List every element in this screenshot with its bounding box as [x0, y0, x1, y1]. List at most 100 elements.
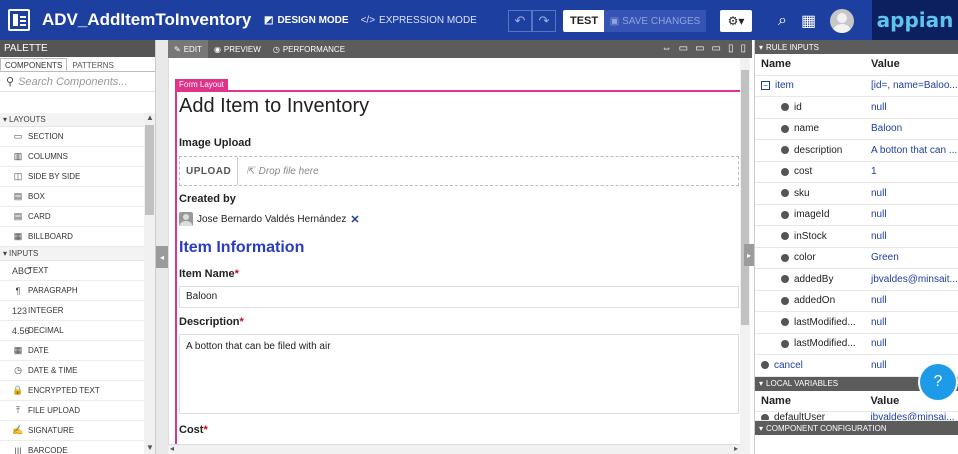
cost-label: Cost*	[179, 424, 208, 436]
help-button[interactable]: ?	[918, 362, 958, 402]
redo-button[interactable]: ↷	[532, 10, 556, 32]
table-row[interactable]: lastModified... null	[755, 334, 958, 355]
drop-zone[interactable]: ⇱ Drop file here	[246, 166, 318, 177]
bullet-icon	[761, 413, 769, 420]
palette-item-columns[interactable]: ▥ COLUMNS	[0, 147, 144, 167]
user-avatar[interactable]	[830, 9, 855, 33]
tab-components[interactable]: COMPONENTS	[0, 58, 68, 71]
scroll-left-icon[interactable]: ◂	[170, 444, 174, 453]
table-row[interactable]: color Green	[755, 248, 958, 269]
cursor-icon: ⇱	[246, 165, 255, 177]
palette-item-encrypted-text[interactable]: 🔒 ENCRYPTED TEXT	[0, 381, 144, 401]
table-row[interactable]: imageId null	[755, 205, 958, 226]
table-row[interactable]: addedBy jbvaldes@minsait...	[755, 269, 958, 291]
tab-edit[interactable]: ✎ EDIT	[168, 40, 208, 58]
tab-preview-label: PREVIEW	[223, 44, 261, 54]
collapse-palette-button[interactable]: ◂	[156, 246, 168, 268]
row-name: sku	[755, 188, 867, 199]
test-button[interactable]: TEST	[563, 10, 606, 32]
palette-item-paragraph[interactable]: ¶ PARAGRAPH	[0, 281, 144, 301]
palette-item-side-by-side[interactable]: ◫ SIDE BY SIDE	[0, 167, 144, 187]
table-row[interactable]: description A botton that can ...	[755, 140, 958, 162]
row-value: A botton that can ...	[871, 144, 958, 156]
fit-width-icon[interactable]: ⇔	[662, 43, 672, 54]
columns-icon: ▥	[13, 151, 23, 161]
component-configuration-header[interactable]: ▾ COMPONENT CONFIGURATION	[755, 421, 958, 435]
row-name: lastModified...	[755, 338, 867, 349]
palette-item-file-upload[interactable]: ⤒ FILE UPLOAD	[0, 401, 144, 421]
rule-inputs-title: RULE INPUTS	[766, 42, 819, 52]
table-row[interactable]: defaultUser jbvaldes@minsai...	[755, 412, 958, 421]
scroll-down-icon[interactable]: ▼	[146, 443, 154, 452]
expression-mode-button[interactable]: </> EXPRESSION MODE	[361, 15, 477, 26]
design-mode-button[interactable]: ◩ DESIGN MODE	[264, 15, 349, 26]
settings-menu-button[interactable]: ⚙▾	[720, 10, 752, 32]
component-search-input[interactable]: ⚲ Search Components...	[0, 72, 155, 92]
palette-item-text[interactable]: Abc TEXT	[0, 261, 144, 281]
table-row[interactable]: lastModified... null	[755, 312, 958, 334]
image-upload-field[interactable]: UPLOAD ⇱ Drop file here	[179, 156, 739, 186]
table-row[interactable]: cost 1	[755, 162, 958, 183]
laptop-icon[interactable]: ▭	[695, 43, 704, 54]
palette-item-box[interactable]: ▤ BOX	[0, 187, 144, 207]
palette-item-label: CARD	[28, 212, 51, 221]
local-variables-title: LOCAL VARIABLES	[766, 379, 839, 388]
scroll-right-icon[interactable]: ▸	[734, 444, 738, 453]
palette-scrollbar[interactable]: ▲ ▼	[144, 113, 155, 454]
remove-user-icon[interactable]: ✕	[350, 213, 359, 226]
table-row[interactable]: addedOn null	[755, 291, 958, 312]
apps-grid-icon[interactable]: ▦	[801, 11, 816, 31]
tab-patterns[interactable]: PATTERNS	[67, 58, 118, 71]
palette-item-date[interactable]: ▦ DATE	[0, 341, 144, 361]
palette-item-signature[interactable]: ✍ SIGNATURE	[0, 421, 144, 441]
rule-inputs-header[interactable]: ▾ RULE INPUTS	[755, 40, 958, 54]
collapse-icon[interactable]: −	[761, 81, 770, 91]
palette-item-section[interactable]: ▭ SECTION	[0, 127, 144, 147]
upload-button[interactable]: UPLOAD	[180, 157, 239, 185]
scroll-up-icon[interactable]: ▲	[146, 113, 154, 122]
row-name-text: lastModified...	[794, 338, 856, 350]
collapse-rules-button[interactable]: ▸	[744, 244, 754, 266]
palette-list: ▾ LAYOUTS ▭ SECTION ▥ COLUMNS ◫ SIDE BY SIDE ▤ BO…	[0, 113, 144, 454]
created-by-user-chip: Jose Bernardo Valdés Hernández ✕	[179, 212, 360, 226]
paragraph-icon: ¶	[15, 285, 21, 296]
description-textarea[interactable]: A botton that can be filed with air	[179, 334, 739, 414]
table-row[interactable]: name Baloon	[755, 119, 958, 140]
palette-section-header[interactable]: ▾ INPUTS	[0, 247, 144, 261]
bullet-icon	[781, 124, 789, 133]
required-marker: *	[203, 424, 208, 436]
form-layout-tag: Form Layout	[175, 79, 228, 91]
palette-item-barcode[interactable]: ||| BARCODE	[0, 441, 144, 454]
undo-button[interactable]: ↶	[508, 10, 532, 32]
objects-icon[interactable]: ⌕	[778, 12, 787, 30]
save-changes-button[interactable]: ▣ SAVE CHANGES	[604, 10, 706, 32]
tablet-icon[interactable]: ▯	[728, 43, 734, 54]
desktop-icon[interactable]: ▭	[679, 43, 688, 54]
save-icon: ▣	[609, 15, 620, 27]
row-name-text: inStock	[794, 230, 827, 242]
table-row[interactable]: id null	[755, 97, 958, 119]
table-row[interactable]: sku null	[755, 183, 958, 205]
row-value: null	[871, 338, 887, 350]
palette-item-billboard[interactable]: ▦ BILLBOARD	[0, 227, 144, 247]
tab-performance[interactable]: ◷ PERFORMANCE	[267, 40, 351, 58]
row-name-text: description	[794, 144, 843, 156]
canvas-horizontal-scrollbar[interactable]: ◂ ▸	[168, 444, 740, 454]
table-row[interactable]: − item [id=, name=Baloo...	[755, 76, 958, 97]
row-value: [id=, name=Baloo...	[871, 80, 958, 92]
row-name: cost	[755, 166, 867, 177]
tab-preview[interactable]: ◉ PREVIEW	[208, 40, 267, 58]
palette-section-header[interactable]: ▾ LAYOUTS	[0, 113, 144, 127]
phone-icon[interactable]: ▯	[740, 43, 746, 54]
palette-item-date-time[interactable]: ◷ DATE & TIME	[0, 361, 144, 381]
palette-item-decimal[interactable]: 4.56 DECIMAL	[0, 321, 144, 341]
palette-item-integer[interactable]: 123 INTEGER	[0, 301, 144, 321]
palette-item-card[interactable]: ▤ CARD	[0, 207, 144, 227]
item-name-input[interactable]: Baloon	[179, 286, 739, 308]
monitor-icon[interactable]: ▭	[712, 43, 721, 54]
bullet-icon	[761, 361, 769, 370]
table-row[interactable]: inStock null	[755, 226, 958, 248]
row-value: null	[871, 230, 887, 242]
palette-item-label: DATE & TIME	[28, 366, 78, 375]
palette-scroll-thumb[interactable]	[145, 125, 154, 215]
